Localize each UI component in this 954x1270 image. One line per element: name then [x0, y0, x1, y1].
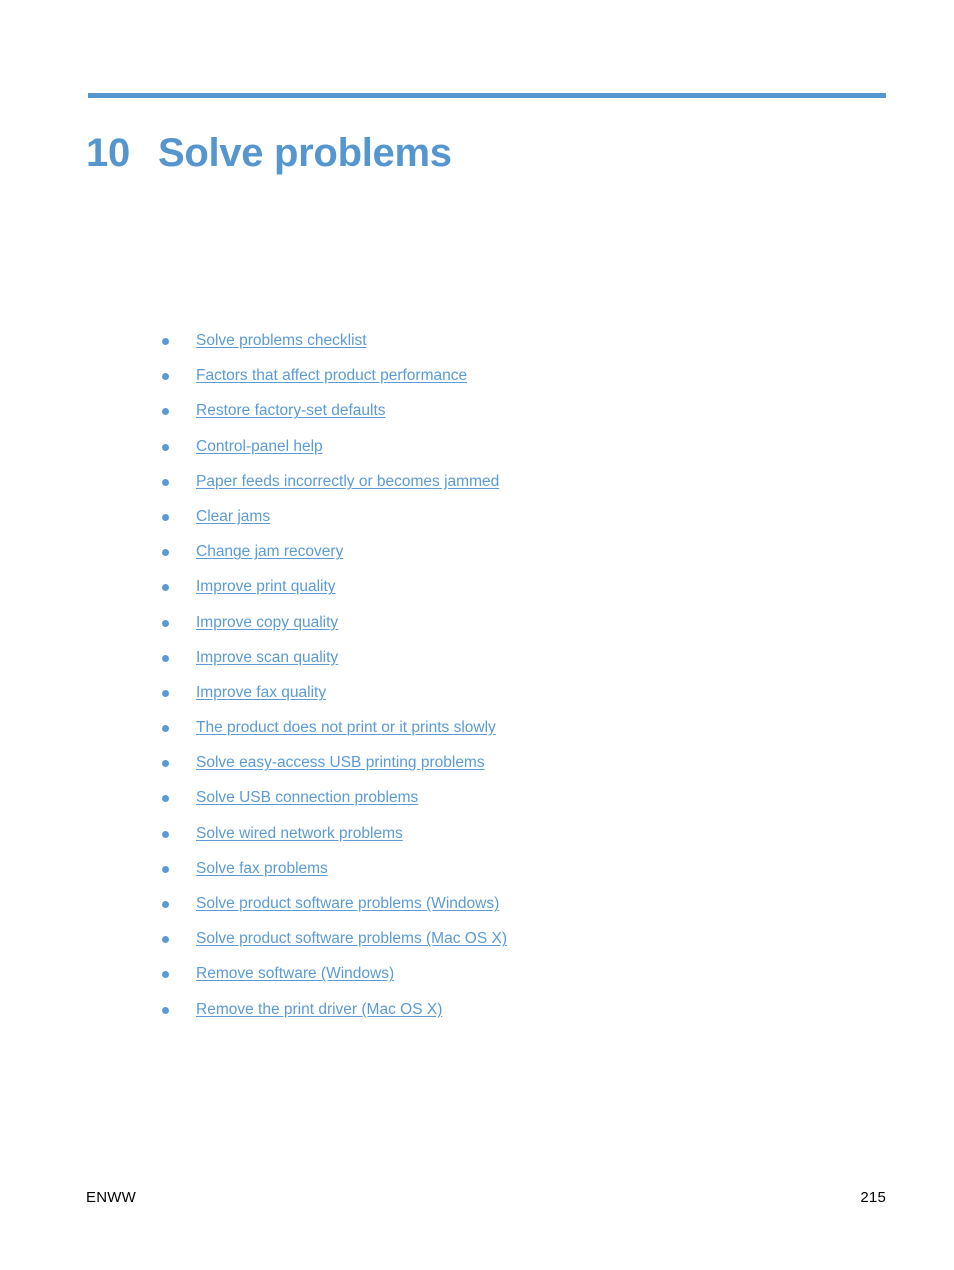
list-item: Solve product software problems (Mac OS … — [160, 929, 860, 964]
chapter-title: Solve problems — [158, 130, 452, 175]
bullet-icon — [162, 338, 169, 345]
toc-link[interactable]: Change jam recovery — [196, 542, 343, 561]
page-title: 10 Solve problems — [86, 129, 452, 177]
bullet-icon — [162, 760, 169, 768]
list-item: Improve fax quality — [160, 683, 860, 718]
bullet-icon — [162, 830, 169, 838]
toc-link[interactable]: Solve problems checklist — [196, 331, 367, 350]
chapter-rule — [88, 93, 886, 98]
list-item: Solve product software problems (Windows… — [160, 894, 860, 929]
bullet-icon — [162, 1006, 169, 1014]
bullet-icon — [162, 478, 169, 486]
bullet-icon — [162, 584, 169, 592]
list-item: Paper feeds incorrectly or becomes jamme… — [160, 472, 860, 507]
toc-link[interactable]: Improve print quality — [196, 577, 336, 596]
list-item: Improve scan quality — [160, 648, 860, 683]
bullet-icon — [162, 513, 169, 521]
footer-page-number: 215 — [860, 1189, 886, 1206]
bullet-icon — [162, 725, 169, 733]
toc-link[interactable]: Solve easy-access USB printing problems — [196, 753, 485, 772]
list-item: Improve copy quality — [160, 613, 860, 648]
bullet-icon — [162, 654, 169, 662]
bullet-icon — [162, 443, 169, 451]
list-item: Restore factory-set defaults — [160, 401, 860, 436]
toc-link[interactable]: Solve product software problems (Mac OS … — [196, 929, 507, 948]
list-item: Solve USB connection problems — [160, 788, 860, 823]
toc-link[interactable]: Remove software (Windows) — [196, 964, 394, 983]
list-item: Remove software (Windows) — [160, 964, 860, 999]
toc-link[interactable]: Solve wired network problems — [196, 824, 403, 843]
bullet-icon — [162, 901, 169, 908]
toc-link[interactable]: The product does not print or it prints … — [196, 718, 496, 737]
list-item: Solve easy-access USB printing problems — [160, 753, 860, 788]
list-item: Improve print quality — [160, 577, 860, 612]
toc-link[interactable]: Solve fax problems — [196, 859, 328, 878]
toc-link[interactable]: Solve USB connection problems — [196, 788, 418, 807]
toc-link[interactable]: Factors that affect product performance — [196, 366, 467, 385]
bullet-icon — [162, 971, 169, 979]
toc-link[interactable]: Improve fax quality — [196, 683, 326, 702]
list-item: Remove the print driver (Mac OS X) — [160, 1000, 860, 1035]
bullet-icon — [162, 689, 169, 697]
toc-link[interactable]: Restore factory-set defaults — [196, 401, 386, 420]
toc-link[interactable]: Control-panel help — [196, 437, 323, 456]
bullet-icon — [162, 936, 169, 944]
toc-link[interactable]: Improve copy quality — [196, 613, 338, 632]
chapter-number: 10 — [86, 130, 130, 175]
bullet-icon — [162, 619, 169, 627]
bullet-icon — [162, 795, 169, 803]
bullet-icon — [162, 408, 169, 416]
list-item: Factors that affect product performance — [160, 366, 860, 401]
table-of-contents: Solve problems checklist Factors that aff… — [160, 331, 860, 1035]
list-item: Change jam recovery — [160, 542, 860, 577]
toc-link[interactable]: Paper feeds incorrectly or becomes jamme… — [196, 472, 499, 491]
toc-link[interactable]: Clear jams — [196, 507, 270, 526]
bullet-icon — [162, 549, 169, 557]
bullet-icon — [162, 373, 169, 381]
list-item: Solve problems checklist — [160, 331, 860, 366]
list-item: Clear jams — [160, 507, 860, 542]
footer-document-code: ENWW — [86, 1189, 136, 1206]
page-footer: ENWW 215 — [86, 1188, 886, 1208]
list-item: Solve fax problems — [160, 859, 860, 894]
toc-link[interactable]: Solve product software problems (Windows… — [196, 894, 499, 913]
document-page: 10 Solve problems Solve problems checkli… — [0, 0, 954, 1270]
list-item: Solve wired network problems — [160, 824, 860, 859]
list-item: The product does not print or it prints … — [160, 718, 860, 753]
list-item: Control-panel help — [160, 437, 860, 472]
bullet-icon — [162, 865, 169, 873]
toc-link[interactable]: Improve scan quality — [196, 648, 338, 667]
toc-link[interactable]: Remove the print driver (Mac OS X) — [196, 1000, 442, 1019]
